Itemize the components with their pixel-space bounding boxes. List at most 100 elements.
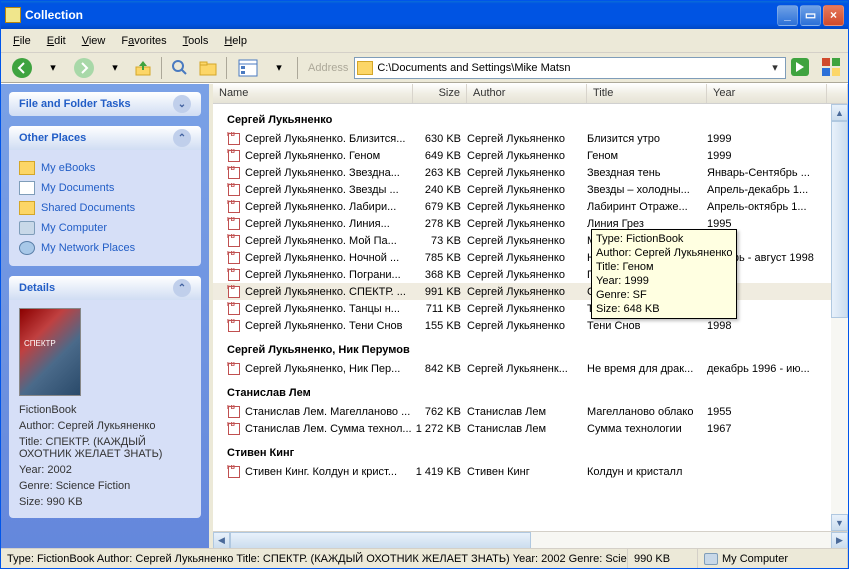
tooltip-line: Title: Геном xyxy=(596,260,732,274)
menu-file[interactable]: File xyxy=(5,32,39,50)
table-row[interactable]: Сергей Лукьяненко. Тени Снов155 KBСергей… xyxy=(213,317,848,334)
up-button[interactable] xyxy=(131,56,155,80)
window: Collection _ ▭ × File Edit View Favorite… xyxy=(0,0,849,569)
menu-favorites[interactable]: Favorites xyxy=(113,32,174,50)
cell-size: 1 272 KB xyxy=(413,423,467,435)
details-body: FictionBook Author: Сергей Лукьяненко Ti… xyxy=(9,300,201,518)
address-input[interactable] xyxy=(377,62,767,74)
cell-name: Сергей Лукьяненко. Мой Па... xyxy=(227,234,413,248)
file-list[interactable]: Сергей ЛукьяненкоСергей Лукьяненко. Близ… xyxy=(213,104,848,531)
file-icon xyxy=(227,183,241,197)
network-icon xyxy=(19,241,35,255)
address-dropdown-icon[interactable]: ▾ xyxy=(767,61,783,74)
menu-tools[interactable]: Tools xyxy=(175,32,217,50)
places-body: My eBooks My Documents Shared Documents … xyxy=(9,150,201,266)
cell-size: 278 KB xyxy=(413,218,467,230)
cell-author: Сергей Лукьяненко xyxy=(467,320,587,332)
table-row[interactable]: Сергей Лукьяненко. Танцы н...711 KBСерге… xyxy=(213,300,848,317)
col-title[interactable]: Title xyxy=(587,84,707,103)
table-row[interactable]: Сергей Лукьяненко, Ник Пер...842 KBСерге… xyxy=(213,360,848,377)
places-header[interactable]: Other Places ⌃ xyxy=(9,126,201,150)
menu-edit[interactable]: Edit xyxy=(39,32,74,50)
scroll-down-icon[interactable]: ▼ xyxy=(831,514,848,531)
titlebar[interactable]: Collection _ ▭ × xyxy=(1,1,848,29)
col-name[interactable]: Name xyxy=(213,84,413,103)
scroll-right-icon[interactable]: ▶ xyxy=(831,532,848,549)
col-author[interactable]: Author xyxy=(467,84,587,103)
table-row[interactable]: Сергей Лукьяненко. Геном649 KBСергей Лук… xyxy=(213,147,848,164)
col-year[interactable]: Year xyxy=(707,84,827,103)
back-button[interactable] xyxy=(7,56,37,80)
details-author: Author: Сергей Лукьяненко xyxy=(19,418,191,434)
file-icon xyxy=(227,166,241,180)
views-dropdown-icon[interactable]: ▾ xyxy=(267,56,291,80)
table-row[interactable]: Сергей Лукьяненко. Близится...630 KBСерг… xyxy=(213,130,848,147)
folders-button[interactable] xyxy=(196,56,220,80)
tasks-panel: File and Folder Tasks ⌄ xyxy=(9,92,201,116)
forward-dropdown-icon[interactable]: ▾ xyxy=(103,56,127,80)
forward-button[interactable] xyxy=(69,56,99,80)
details-size: Size: 990 KB xyxy=(19,494,191,510)
table-row[interactable]: Сергей Лукьяненко. Линия...278 KBСергей … xyxy=(213,215,848,232)
sidebar-item-label: My eBooks xyxy=(41,162,95,174)
cell-size: 679 KB xyxy=(413,201,467,213)
cell-title: Близится утро xyxy=(587,133,707,145)
group-header[interactable]: Станислав Лем xyxy=(213,377,848,403)
table-row[interactable]: Станислав Лем. Магелланово ...762 KBСтан… xyxy=(213,403,848,420)
cell-author: Сергей Лукьяненко xyxy=(467,133,587,145)
menu-view[interactable]: View xyxy=(74,32,114,50)
cell-size: 73 KB xyxy=(413,235,467,247)
table-row[interactable]: Стивен Кинг. Колдун и крист...1 419 KBСт… xyxy=(213,463,848,480)
tasks-header[interactable]: File and Folder Tasks ⌄ xyxy=(9,92,201,116)
address-box[interactable]: ▾ xyxy=(354,57,786,79)
cell-title: Колдун и кристалл xyxy=(587,466,707,478)
table-row[interactable]: Станислав Лем. Сумма технол...1 272 KBСт… xyxy=(213,420,848,437)
sidebar: File and Folder Tasks ⌄ Other Places ⌃ M… xyxy=(1,84,209,548)
sidebar-item-documents[interactable]: My Documents xyxy=(19,178,191,198)
file-icon xyxy=(227,302,241,316)
table-row[interactable]: Сергей Лукьяненко. Ночной ...785 KBСерге… xyxy=(213,249,848,266)
group-header[interactable]: Стивен Кинг xyxy=(213,437,848,463)
back-dropdown-icon[interactable]: ▾ xyxy=(41,56,65,80)
scroll-thumb[interactable] xyxy=(230,532,531,549)
group-header[interactable]: Сергей Лукьяненко, Ник Перумов xyxy=(213,334,848,360)
cell-name: Сергей Лукьяненко. Ночной ... xyxy=(227,251,413,265)
menu-help[interactable]: Help xyxy=(216,32,255,50)
details-header[interactable]: Details ⌃ xyxy=(9,276,201,300)
scroll-track[interactable] xyxy=(230,532,831,549)
sidebar-item-ebooks[interactable]: My eBooks xyxy=(19,158,191,178)
details-panel: Details ⌃ FictionBook Author: Сергей Лук… xyxy=(9,276,201,518)
scroll-track[interactable] xyxy=(831,121,848,514)
close-button[interactable]: × xyxy=(823,5,844,26)
table-row[interactable]: Сергей Лукьяненко. Пограни...368 KBСерге… xyxy=(213,266,848,283)
table-row[interactable]: Сергей Лукьяненко. Лабири...679 KBСергей… xyxy=(213,198,848,215)
cell-title: Лабиринт Отраже... xyxy=(587,201,707,213)
sidebar-item-computer[interactable]: My Computer xyxy=(19,218,191,238)
table-row[interactable]: Сергей Лукьяненко. Звездна...263 KBСерге… xyxy=(213,164,848,181)
cell-title: Сумма технологии xyxy=(587,423,707,435)
horizontal-scrollbar[interactable]: ◀ ▶ xyxy=(213,531,848,548)
cell-author: Станислав Лем xyxy=(467,423,587,435)
separator xyxy=(297,57,298,79)
sidebar-item-network[interactable]: My Network Places xyxy=(19,238,191,258)
search-button[interactable] xyxy=(168,56,192,80)
maximize-button[interactable]: ▭ xyxy=(800,5,821,26)
group-header[interactable]: Сергей Лукьяненко xyxy=(213,104,848,130)
sidebar-item-shared[interactable]: Shared Documents xyxy=(19,198,191,218)
details-year: Year: 2002 xyxy=(19,462,191,478)
scroll-thumb[interactable] xyxy=(831,121,848,318)
file-icon xyxy=(227,319,241,333)
table-row[interactable]: Сергей Лукьяненко. Звезды ...240 KBСерге… xyxy=(213,181,848,198)
table-row[interactable]: Сергей Лукьяненко. СПЕКТР. ...991 KBСерг… xyxy=(213,283,848,300)
scroll-up-icon[interactable]: ▲ xyxy=(831,104,848,121)
minimize-button[interactable]: _ xyxy=(777,5,798,26)
go-button[interactable] xyxy=(790,57,812,79)
scroll-left-icon[interactable]: ◀ xyxy=(213,532,230,549)
column-headers: Name Size Author Title Year xyxy=(213,84,848,104)
tooltip-line: Size: 648 KB xyxy=(596,302,732,316)
table-row[interactable]: Сергей Лукьяненко. Мой Па...73 KBСергей … xyxy=(213,232,848,249)
address-label: Address xyxy=(308,62,348,74)
col-size[interactable]: Size xyxy=(413,84,467,103)
vertical-scrollbar[interactable]: ▲ ▼ xyxy=(831,104,848,531)
views-button[interactable] xyxy=(233,56,263,80)
